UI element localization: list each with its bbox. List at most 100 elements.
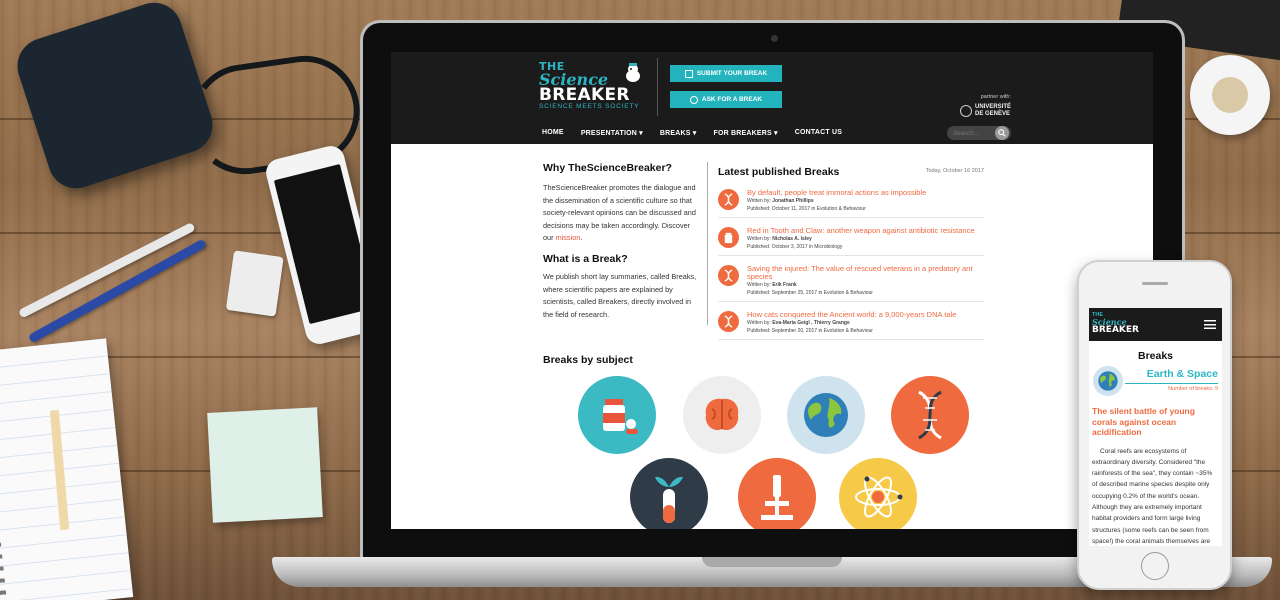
site-header: THE Science BREAKER SCIENCE MEETS SOCIET… <box>391 52 1153 144</box>
break-title[interactable]: Red in Tooth and Claw: another weapon ag… <box>747 227 975 235</box>
break-published: Published: September 20, 2017 in Evoluti… <box>747 328 873 334</box>
university-seal-icon <box>959 105 972 117</box>
subject-earth-space[interactable] <box>787 376 865 454</box>
phone-speaker <box>1142 282 1168 285</box>
mobile-article-body: Coral reefs are ecosystems of extraordin… <box>1092 447 1213 545</box>
break-author: Written by: Jonathan Phillips <box>747 197 926 205</box>
logo-text: BREAKER <box>539 85 630 105</box>
subject-microbiology[interactable] <box>738 458 816 529</box>
ask-break-label: ASK FOR A BREAK <box>701 96 763 103</box>
document-icon <box>684 69 693 78</box>
subject-evolution[interactable] <box>891 376 969 454</box>
plant-test-tube-icon <box>655 476 683 523</box>
author-name: Eva-Maria Geigl , Thierry Grange <box>772 320 850 326</box>
break-published: Published: September 25, 2017 in Evoluti… <box>747 290 873 296</box>
mobile-phone: THE Science BREAKER Breaks Earth & Space… <box>1077 260 1232 590</box>
break-title[interactable]: By default, people treat immoral actions… <box>747 189 926 197</box>
break-title[interactable]: How cats conquered the Ancient world: a … <box>747 311 956 319</box>
why-text: TheScienceBreaker promotes the dialogue … <box>543 183 696 243</box>
medicine-icon <box>718 227 739 248</box>
break-author: Written by: Nicholas A. Isley <box>747 235 975 243</box>
partner-name: DE GENÈVE <box>974 111 1010 117</box>
hamburger-menu-icon[interactable] <box>1204 320 1216 329</box>
intro-column: Why TheScienceBreaker? TheScienceBreaker… <box>543 162 698 321</box>
author-name: Nicholas A. Isley <box>772 236 812 242</box>
break-author: Written by: Eva-Maria Geigl , Thierry Gr… <box>747 319 956 327</box>
mission-link[interactable]: mission <box>556 233 581 242</box>
latest-title: Latest published Breaks <box>718 166 840 178</box>
pen <box>225 250 284 317</box>
mobile-category-name: Earth & Space <box>1146 368 1218 380</box>
latest-date: Today, October 16 2017 <box>925 168 984 174</box>
break-author: Written by: Erik Frank <box>747 281 984 289</box>
brain-icon <box>705 398 739 431</box>
earth-icon <box>1093 366 1123 396</box>
main-nav: HOME PRESENTATION ▾ BREAKS ▾ FOR BREAKER… <box>542 129 842 137</box>
what-title: What is a Break? <box>543 252 628 265</box>
mobile-break-count: Number of breaks: 9 <box>1168 386 1218 392</box>
ask-break-button[interactable]: ASK FOR A BREAK <box>670 91 782 108</box>
home-button[interactable] <box>1141 552 1169 580</box>
partner-name: UNIVERSITÉ <box>974 104 1011 110</box>
nav-home[interactable]: HOME <box>542 129 564 137</box>
question-icon <box>689 95 698 104</box>
author-name: Jonathan Phillips <box>772 198 814 204</box>
dna-icon <box>718 311 739 332</box>
nav-breaks[interactable]: BREAKS ▾ <box>660 129 697 137</box>
search-box <box>947 126 1011 140</box>
webcam <box>771 35 778 42</box>
sticky-note <box>207 407 323 523</box>
dna-icon <box>918 390 942 440</box>
why-title: Why TheScienceBreaker? <box>543 162 672 174</box>
mobile-screen: THE Science BREAKER Breaks Earth & Space… <box>1089 308 1222 546</box>
mobile-logo[interactable]: THE Science BREAKER <box>1092 312 1139 335</box>
subject-physics[interactable] <box>839 458 917 529</box>
written-by-label: Written by: <box>747 320 771 326</box>
logo-tagline: SCIENCE MEETS SOCIETY <box>539 103 640 110</box>
dna-icon <box>718 265 739 286</box>
search-icon <box>998 129 1006 137</box>
subjects-title: Breaks by subject <box>543 354 633 366</box>
author-name: Erik Frank <box>772 282 797 288</box>
break-title[interactable]: Saving the injured: The value of rescued… <box>747 265 984 281</box>
laptop-screen: THE Science BREAKER SCIENCE MEETS SOCIET… <box>391 52 1153 529</box>
search-button[interactable] <box>995 126 1009 140</box>
written-by-label: Written by: <box>747 282 771 288</box>
mobile-article-title[interactable]: The silent battle of young corals agains… <box>1092 406 1219 438</box>
latest-breaks: Latest published Breaks Today, October 1… <box>718 162 984 340</box>
submit-break-label: SUBMIT YOUR BREAK <box>696 70 768 77</box>
subject-plant-biology[interactable] <box>630 458 708 529</box>
written-by-label: Written by: <box>747 236 771 242</box>
header-divider <box>657 58 658 116</box>
mobile-header: THE Science BREAKER <box>1089 308 1222 341</box>
atom-icon <box>855 476 903 518</box>
break-item[interactable]: Red in Tooth and Claw: another weapon ag… <box>718 227 984 256</box>
medicine-bottle-icon <box>603 399 638 434</box>
break-item[interactable]: Saving the injured: The value of rescued… <box>718 265 984 302</box>
partner-logo[interactable]: UNIVERSITÉ DE GENÈVE <box>959 104 1011 118</box>
break-published: Published: October 11, 2017 in Evolution… <box>747 206 866 212</box>
break-published: Published: October 3, 2017 in Microbiolo… <box>747 244 843 250</box>
logo-text: BREAKER <box>1092 325 1139 335</box>
break-item[interactable]: By default, people treat immoral actions… <box>718 189 984 218</box>
search-input[interactable] <box>947 129 995 137</box>
microscope-icon <box>761 475 793 520</box>
nav-presentation[interactable]: PRESENTATION ▾ <box>581 129 643 137</box>
dna-icon <box>718 189 739 210</box>
mobile-category: Earth & Space Number of breaks: 9 <box>1089 364 1222 398</box>
subject-medicine[interactable] <box>578 376 656 454</box>
dog-mascot-icon <box>626 63 640 82</box>
break-item[interactable]: How cats conquered the Ancient world: a … <box>718 311 984 340</box>
site-logo[interactable]: THE Science BREAKER SCIENCE MEETS SOCIET… <box>539 60 649 120</box>
mobile-page-title: Breaks <box>1137 350 1174 362</box>
tape-roll <box>1190 55 1270 135</box>
written-by-label: Written by: <box>747 198 771 204</box>
submit-break-button[interactable]: SUBMIT YOUR BREAK <box>670 65 782 82</box>
breaks-list: By default, people treat immoral actions… <box>718 189 984 340</box>
subject-neuroscience[interactable] <box>683 376 761 454</box>
nav-for-breakers[interactable]: FOR BREAKERS ▾ <box>714 129 778 137</box>
what-text: We publish short lay summaries, called B… <box>543 271 697 319</box>
column-divider <box>707 162 708 325</box>
earth-icon <box>804 393 848 437</box>
nav-contact-us[interactable]: CONTACT US <box>795 129 842 137</box>
